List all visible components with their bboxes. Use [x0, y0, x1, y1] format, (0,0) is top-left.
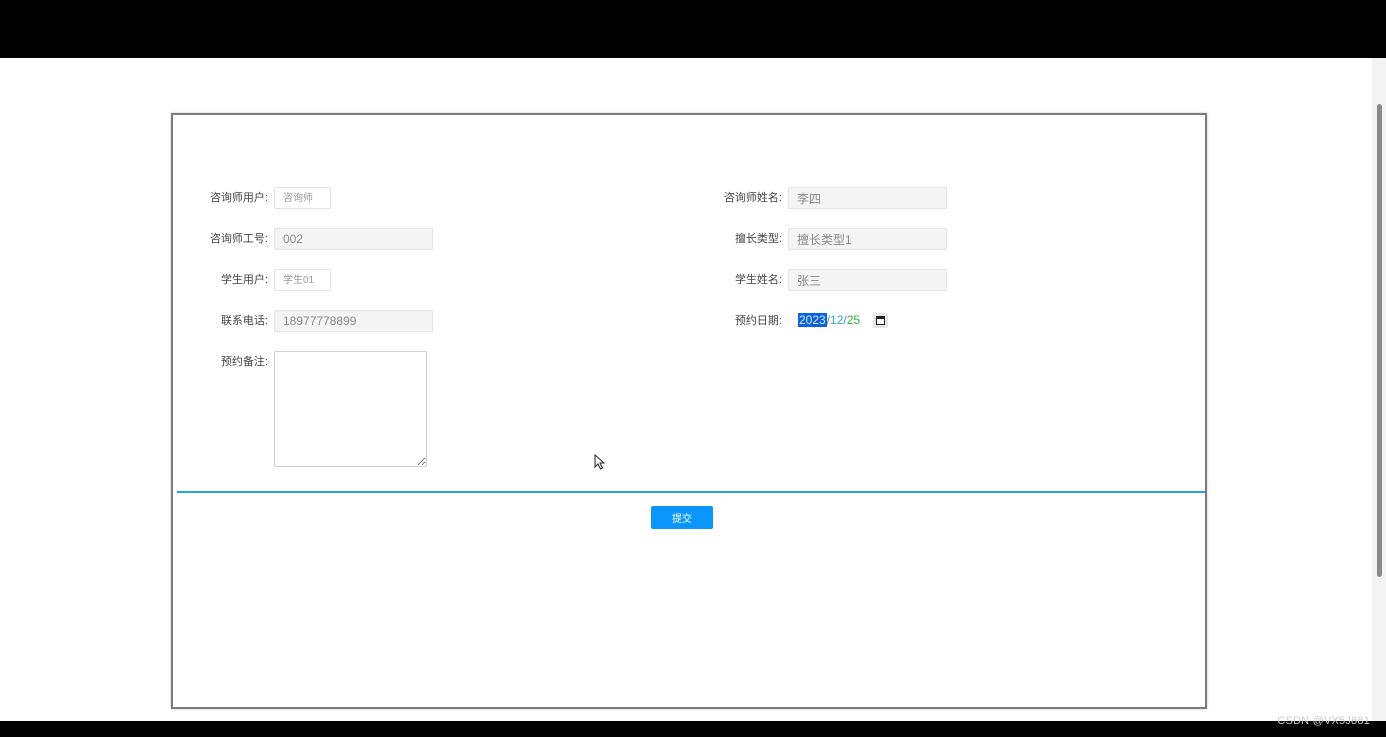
counselor-user-input[interactable] [274, 187, 331, 209]
submit-button[interactable]: 提交 [651, 506, 713, 529]
appointment-notes-label: 预约备注: [220, 356, 268, 368]
counselor-name-label: 咨询师姓名: [723, 192, 782, 204]
counselor-user-label: 咨询师用户: [209, 192, 268, 204]
counselor-id-label: 咨询师工号: [209, 233, 268, 245]
counselor-id-input[interactable] [274, 228, 433, 250]
scrollbar-thumb[interactable] [1377, 104, 1382, 577]
top-black-bar [0, 0, 1386, 58]
student-name-label: 学生姓名: [734, 274, 782, 286]
page-scrollbar[interactable] [1372, 58, 1386, 721]
student-user-label: 学生用户: [220, 274, 268, 286]
date-day-segment[interactable]: 25 [847, 313, 860, 327]
student-user-input[interactable] [274, 269, 331, 291]
appointment-date-label: 预约日期: [734, 315, 782, 327]
calendar-icon[interactable] [873, 313, 888, 328]
date-month-segment[interactable]: 12 [830, 313, 843, 327]
phone-label: 联系电话: [220, 315, 268, 327]
mouse-pointer-icon [594, 454, 606, 470]
watermark: CSDN @VX5J881 [1277, 715, 1370, 727]
student-name-input[interactable] [788, 269, 947, 291]
date-year-segment[interactable]: 2023 [798, 313, 827, 327]
counselor-name-input[interactable] [788, 187, 947, 209]
appointment-notes-textarea[interactable] [274, 351, 427, 467]
phone-input[interactable] [274, 310, 433, 332]
specialty-type-input[interactable] [788, 228, 947, 250]
appointment-date-input[interactable]: 2023/12/25 [798, 313, 860, 329]
appointment-form-panel: 咨询师用户: 咨询师姓名: 咨询师工号: 擅长类型: 学生用户: 学生姓名: 联… [171, 113, 1207, 709]
bottom-black-bar [0, 721, 1386, 737]
specialty-type-label: 擅长类型: [734, 233, 782, 245]
form-divider [177, 491, 1205, 493]
